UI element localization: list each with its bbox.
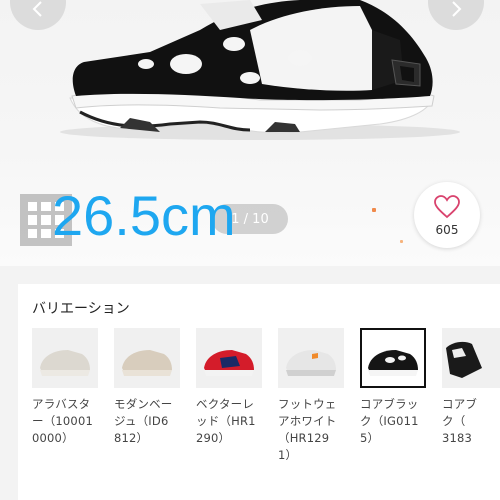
variation-label: フットウェ アホワイト （HR129 1） bbox=[278, 397, 337, 462]
variation-thumbnail bbox=[442, 328, 500, 388]
variation-thumbnail bbox=[114, 328, 180, 388]
variation-thumbnail-selected bbox=[360, 328, 426, 388]
grid-icon bbox=[28, 202, 38, 212]
product-image-gallery[interactable]: 1 / 10 26.5cm 605 bbox=[0, 0, 500, 266]
variation-item-alabaster[interactable]: アラバスタ ー（10001 0000） bbox=[32, 328, 98, 447]
variations-section: バリエーション アラバスタ ー（10001 0000） モダンベー ジュ（ID6… bbox=[0, 266, 500, 500]
favorite-count: 605 bbox=[435, 223, 459, 237]
variation-thumbnail bbox=[32, 328, 98, 388]
variation-label: コアブ ク（ 3183 bbox=[442, 397, 478, 445]
decoration-dot bbox=[400, 240, 403, 243]
variation-item-core-black-2[interactable]: コアブ ク（ 3183 bbox=[442, 328, 500, 447]
variation-item-vector-red[interactable]: ベクターレ ッド（HR1 290） bbox=[196, 328, 262, 447]
chevron-left-icon bbox=[32, 1, 42, 17]
size-overlay-text: 26.5cm bbox=[52, 184, 236, 247]
variations-card: バリエーション アラバスタ ー（10001 0000） モダンベー ジュ（ID6… bbox=[18, 284, 500, 500]
variation-label: アラバスタ ー（10001 0000） bbox=[32, 397, 93, 445]
chevron-right-icon bbox=[452, 1, 462, 17]
product-detail-screen: 1 / 10 26.5cm 605 バリエーション アラバスタ ー（10001 … bbox=[0, 0, 500, 500]
variation-item-core-black[interactable]: コアブラッ ク（IG011 5） bbox=[360, 328, 426, 447]
variations-title: バリエーション bbox=[32, 301, 130, 317]
variation-label: モダンベー ジュ（ID6 812） bbox=[114, 397, 173, 445]
variation-label: コアブラッ ク（IG011 5） bbox=[360, 397, 419, 445]
variation-item-modern-beige[interactable]: モダンベー ジュ（ID6 812） bbox=[114, 328, 180, 447]
heart-icon bbox=[434, 195, 460, 219]
decoration-dot bbox=[372, 208, 376, 212]
variation-item-footwear-white[interactable]: フットウェ アホワイト （HR129 1） bbox=[278, 328, 344, 464]
variation-thumbnail bbox=[278, 328, 344, 388]
favorite-button[interactable]: 605 bbox=[414, 182, 480, 248]
variation-thumbnail bbox=[196, 328, 262, 388]
variation-label: ベクターレ ッド（HR1 290） bbox=[196, 397, 256, 445]
